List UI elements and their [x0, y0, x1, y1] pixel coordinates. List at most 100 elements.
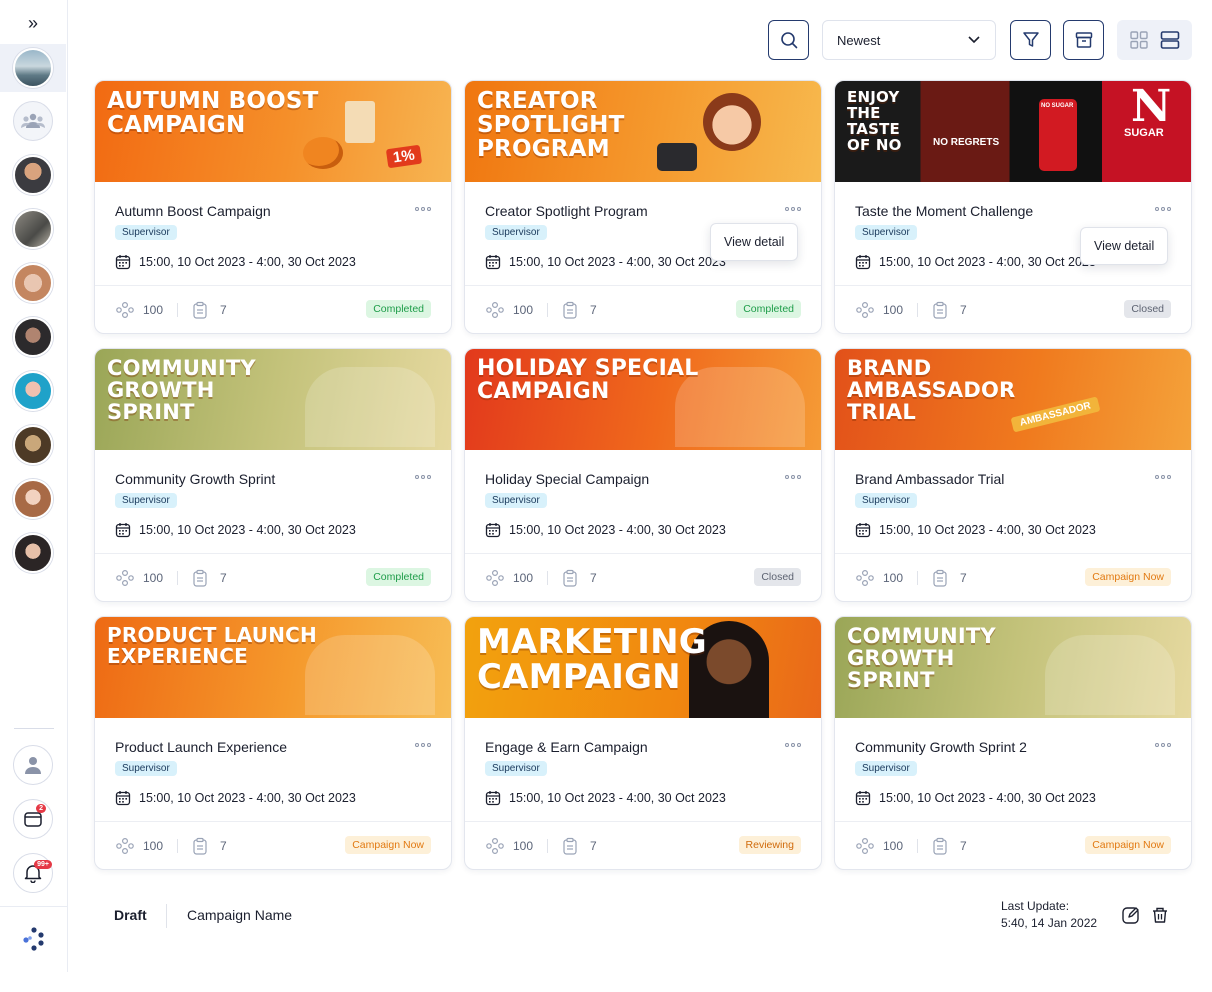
more-options-icon[interactable]	[1155, 207, 1171, 211]
campaign-name-label[interactable]: Campaign Name	[187, 907, 292, 923]
more-options-icon[interactable]	[415, 475, 431, 479]
user-avatar-4[interactable]	[13, 317, 53, 357]
status-badge: Campaign Now	[345, 836, 431, 854]
role-badge: Supervisor	[115, 761, 177, 776]
date-range: 15:00, 10 Oct 2023 - 4:00, 30 Oct 2023	[879, 255, 1096, 269]
campaign-card[interactable]: COMMUNITY GROWTH SPRINT Community Growth …	[834, 616, 1192, 870]
campaign-card[interactable]: AMBASSADOR BRAND AMBASSADOR TRIAL Brand Am…	[834, 348, 1192, 602]
banner-pumpkin	[303, 137, 343, 169]
campaign-card[interactable]: 1% AUTUMN BOOST CAMPAIGN Autumn Boost Camp…	[94, 80, 452, 334]
team-avatar[interactable]	[13, 101, 53, 141]
grid-view-icon[interactable]	[1129, 30, 1149, 50]
calendar-icon	[115, 791, 131, 806]
campaign-title[interactable]: Community Growth Sprint 2	[855, 739, 1027, 755]
campaign-card[interactable]: CREATOR SPOTLIGHT PROGRAM Creator Spotlig…	[464, 80, 822, 334]
stat-separator	[177, 571, 179, 585]
campaign-title[interactable]: Holiday Special Campaign	[485, 471, 649, 487]
user-avatar-8[interactable]	[13, 533, 53, 573]
card-divider	[465, 285, 821, 286]
list-view-icon[interactable]	[1160, 30, 1180, 50]
campaign-title[interactable]: Product Launch Experience	[115, 739, 287, 755]
role-badge: Supervisor	[115, 225, 177, 240]
campaign-title[interactable]: Community Growth Sprint	[115, 471, 275, 487]
view-detail-menu[interactable]: View detail	[710, 223, 799, 261]
campaign-dates: 15:00, 10 Oct 2023 - 4:00, 30 Oct 2023	[485, 254, 726, 270]
workspace-avatar[interactable]	[13, 48, 53, 88]
more-options-icon[interactable]	[415, 207, 431, 211]
more-options-icon[interactable]	[785, 475, 801, 479]
banner-title: COMMUNITY GROWTH SPRINT	[107, 356, 256, 424]
banner-can-label: NO SUGAR	[1041, 103, 1074, 109]
user-avatar-7[interactable]	[13, 479, 53, 519]
members-count: 100	[883, 303, 904, 317]
card-divider	[835, 553, 1191, 554]
banner-title: BRAND AMBASSADOR TRIAL	[847, 356, 1016, 424]
filter-button[interactable]	[1010, 20, 1051, 60]
stat-separator	[547, 571, 549, 585]
campaign-card[interactable]: COMMUNITY GROWTH SPRINT Community Growth …	[94, 348, 452, 602]
user-avatar-5[interactable]	[13, 371, 53, 411]
status-badge: Reviewing	[738, 836, 801, 854]
sort-dropdown[interactable]: Newest	[822, 20, 996, 60]
profile-button[interactable]	[13, 745, 53, 785]
campaign-stats: 100 7	[485, 569, 597, 587]
view-detail-menu[interactable]: View detail	[1080, 227, 1169, 265]
campaign-title[interactable]: Creator Spotlight Program	[485, 203, 648, 219]
notifications-button[interactable]: 99+	[13, 853, 53, 893]
role-badge: Supervisor	[485, 225, 547, 240]
date-range: 15:00, 10 Oct 2023 - 4:00, 30 Oct 2023	[139, 523, 356, 537]
edit-icon[interactable]	[1121, 905, 1141, 925]
status-badge: Completed	[366, 300, 431, 318]
status-badge: Completed	[366, 568, 431, 586]
banner-bag	[345, 101, 375, 143]
delete-icon[interactable]	[1150, 905, 1170, 925]
campaign-dates: 15:00, 10 Oct 2023 - 4:00, 30 Oct 2023	[115, 254, 356, 270]
banner-title: MARKETING CAMPAIGN	[477, 622, 707, 697]
more-options-icon[interactable]	[415, 743, 431, 747]
more-options-icon[interactable]	[1155, 743, 1171, 747]
status-badge: Campaign Now	[1085, 568, 1171, 586]
members-count: 100	[143, 571, 164, 585]
more-options-icon[interactable]	[785, 743, 801, 747]
campaign-card[interactable]: NO REGRETS NO SUGAR N SUGAR ENJOY THE TASTE …	[834, 80, 1192, 334]
app-logo-icon[interactable]	[19, 924, 49, 954]
archive-button[interactable]	[1063, 20, 1104, 60]
campaign-dates: 15:00, 10 Oct 2023 - 4:00, 30 Oct 2023	[855, 790, 1096, 806]
more-options-icon[interactable]	[1155, 475, 1171, 479]
members-icon	[856, 837, 874, 855]
calendar-button[interactable]: 2	[13, 799, 53, 839]
campaign-card[interactable]: MARKETING CAMPAIGN Engage & Earn Campaign…	[464, 616, 822, 870]
view-detail-label: View detail	[724, 235, 785, 249]
expand-sidebar-icon[interactable]: »	[22, 12, 44, 34]
card-divider	[465, 821, 821, 822]
card-divider	[95, 285, 451, 286]
campaign-title[interactable]: Brand Ambassador Trial	[855, 471, 1004, 487]
calendar-icon	[115, 255, 131, 270]
campaign-dates: 15:00, 10 Oct 2023 - 4:00, 30 Oct 2023	[485, 790, 726, 806]
members-icon	[116, 301, 134, 319]
campaign-card[interactable]: PRODUCT LAUNCH EXPERIENCE Product Launch …	[94, 616, 452, 870]
last-update-label: Last Update:	[1001, 899, 1070, 913]
user-avatar-3[interactable]	[13, 263, 53, 303]
campaign-card[interactable]: HOLIDAY SPECIAL CAMPAIGN Holiday Special …	[464, 348, 822, 602]
clipboard-icon	[193, 569, 207, 587]
members-icon	[856, 301, 874, 319]
calendar-icon	[855, 523, 871, 538]
stat-separator	[177, 303, 179, 317]
more-options-icon[interactable]	[785, 207, 801, 211]
user-avatar-2[interactable]	[13, 209, 53, 249]
team-icon	[21, 113, 45, 128]
user-avatar-6[interactable]	[13, 425, 53, 465]
banner-title: AUTUMN BOOST CAMPAIGN	[107, 88, 319, 138]
campaign-banner: CREATOR SPOTLIGHT PROGRAM	[465, 81, 821, 182]
members-icon	[486, 301, 504, 319]
search-button[interactable]	[768, 20, 809, 60]
user-avatar-1[interactable]	[13, 155, 53, 195]
campaign-title[interactable]: Autumn Boost Campaign	[115, 203, 271, 219]
campaign-title[interactable]: Engage & Earn Campaign	[485, 739, 648, 755]
calendar-badge: 2	[36, 804, 46, 813]
banner-illustration	[1045, 635, 1175, 715]
campaign-title[interactable]: Taste the Moment Challenge	[855, 203, 1033, 219]
status-badge: Completed	[736, 300, 801, 318]
tasks-count: 7	[220, 303, 227, 317]
